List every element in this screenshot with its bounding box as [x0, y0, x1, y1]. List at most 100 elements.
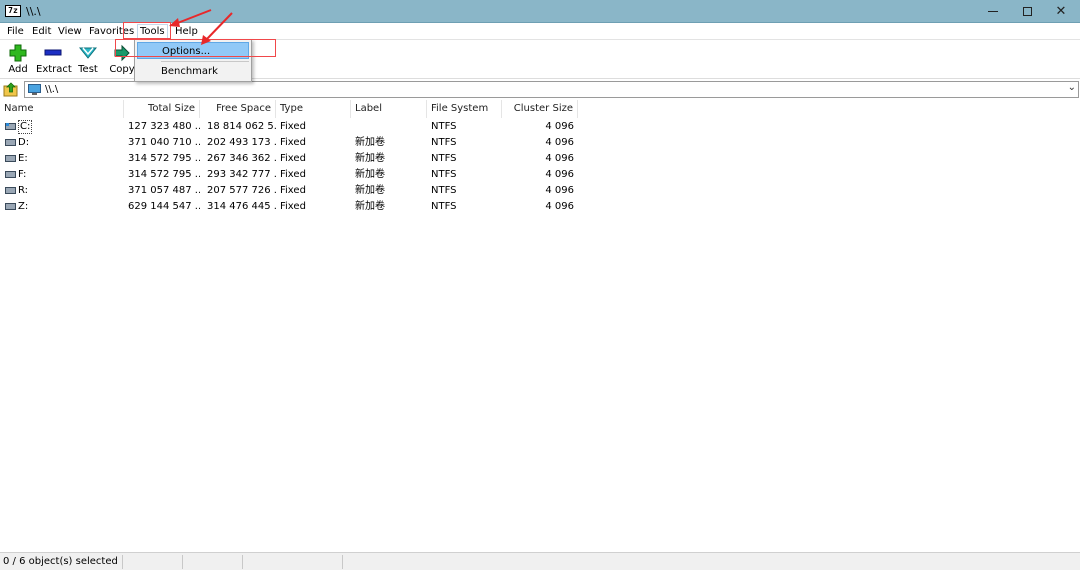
row-label: 新加卷 [355, 201, 385, 212]
row-type: Fixed [280, 137, 306, 148]
row-total-size: 314 572 795 ... [128, 169, 200, 180]
table-row[interactable]: D: 371 040 710 ... 202 493 173 ... Fixed… [0, 135, 600, 151]
row-file-system: NTFS [431, 201, 457, 212]
table-row[interactable]: C: 127 323 480 ... 18 814 062 5... Fixed… [0, 119, 600, 135]
minus-icon [44, 49, 62, 56]
row-total-size: 371 040 710 ... [128, 137, 200, 148]
row-file-system: NTFS [431, 169, 457, 180]
row-free-space: 207 577 726 ... [207, 185, 276, 196]
row-cluster-size: 4 096 [545, 121, 574, 132]
address-bar: \\.\ ⌄ [0, 80, 1080, 99]
row-type: Fixed [280, 121, 306, 132]
menu-edit[interactable]: Edit [31, 25, 52, 38]
row-cluster-size: 4 096 [545, 137, 574, 148]
minimize-icon [988, 11, 998, 12]
drive-icon [5, 187, 16, 194]
drive-icon [5, 139, 16, 146]
menu-view[interactable]: View [57, 25, 83, 38]
row-type: Fixed [280, 201, 306, 212]
column-file-system[interactable]: File System [427, 100, 502, 118]
extract-button[interactable]: Extract [36, 42, 72, 76]
chevron-down-icon[interactable]: ⌄ [1068, 82, 1076, 93]
title-bar: 7z \\.\ ✕ [0, 0, 1080, 23]
test-label: Test [78, 64, 98, 75]
row-total-size: 629 144 547 ... [128, 201, 200, 212]
menu-item-benchmark[interactable]: Benchmark [137, 63, 249, 80]
row-free-space: 18 814 062 5... [207, 121, 276, 132]
row-name: R: [18, 185, 29, 196]
row-label: 新加卷 [355, 153, 385, 164]
annotation-box-options [115, 39, 276, 57]
maximize-button[interactable] [1010, 0, 1044, 23]
row-free-space: 293 342 777 ... [207, 169, 276, 180]
row-file-system: NTFS [431, 185, 457, 196]
row-cluster-size: 4 096 [545, 169, 574, 180]
row-name: F: [18, 169, 27, 180]
close-icon: ✕ [1055, 4, 1067, 19]
drive-icon [5, 155, 16, 162]
status-text: 0 / 6 object(s) selected [3, 556, 118, 567]
row-file-system: NTFS [431, 137, 457, 148]
status-bar: 0 / 6 object(s) selected [0, 552, 1080, 570]
row-cluster-size: 4 096 [545, 153, 574, 164]
address-field[interactable]: \\.\ ⌄ [24, 81, 1079, 98]
menu-separator [161, 61, 249, 62]
test-button[interactable]: Test [74, 42, 102, 76]
status-divider [342, 555, 343, 569]
row-free-space: 314 476 445 ... [207, 201, 276, 212]
copy-label: Copy [109, 64, 135, 75]
table-row[interactable]: R: 371 057 487 ... 207 577 726 ... Fixed… [0, 183, 600, 199]
row-label: 新加卷 [355, 169, 385, 180]
row-type: Fixed [280, 169, 306, 180]
table-row[interactable]: F: 314 572 795 ... 293 342 777 ... Fixed… [0, 167, 600, 183]
close-button[interactable]: ✕ [1044, 0, 1078, 23]
list-header: Name Total Size Free Space Type Label Fi… [0, 100, 1080, 118]
row-cluster-size: 4 096 [545, 201, 574, 212]
extract-label: Extract [36, 64, 72, 75]
add-button[interactable]: Add [4, 42, 32, 76]
drive-icon [5, 203, 16, 210]
column-total-size[interactable]: Total Size [124, 100, 200, 118]
row-name: Z: [18, 201, 29, 212]
column-type[interactable]: Type [276, 100, 351, 118]
table-row[interactable]: Z: 629 144 547 ... 314 476 445 ... Fixed… [0, 199, 600, 215]
row-total-size: 127 323 480 ... [128, 121, 200, 132]
minimize-button[interactable] [976, 0, 1010, 23]
menu-file[interactable]: File [6, 25, 25, 38]
row-total-size: 314 572 795 ... [128, 153, 200, 164]
row-name: C: [18, 120, 33, 134]
column-label[interactable]: Label [351, 100, 427, 118]
drive-icon [5, 123, 16, 130]
address-path: \\.\ [45, 84, 59, 95]
column-cluster-size[interactable]: Cluster Size [502, 100, 578, 118]
plus-icon [9, 44, 27, 62]
row-cluster-size: 4 096 [545, 185, 574, 196]
menu-help[interactable]: Help [174, 25, 199, 38]
column-name[interactable]: Name [0, 100, 124, 118]
row-name: E: [18, 153, 28, 164]
row-free-space: 202 493 173 ... [207, 137, 276, 148]
row-name: D: [18, 137, 30, 148]
row-label: 新加卷 [355, 137, 385, 148]
window-title: \\.\ [26, 5, 41, 18]
add-label: Add [8, 64, 28, 75]
row-file-system: NTFS [431, 121, 457, 132]
row-type: Fixed [280, 153, 306, 164]
row-free-space: 267 346 362 ... [207, 153, 276, 164]
app-icon: 7z [5, 5, 21, 17]
annotation-box-tools [123, 22, 171, 39]
column-free-space[interactable]: Free Space [200, 100, 276, 118]
row-total-size: 371 057 487 ... [128, 185, 200, 196]
row-file-system: NTFS [431, 153, 457, 164]
maximize-icon [1022, 7, 1032, 16]
folder-up-icon[interactable] [3, 82, 19, 97]
row-label [351, 119, 427, 135]
check-icon [79, 47, 97, 59]
drive-icon [5, 171, 16, 178]
status-divider [182, 555, 183, 569]
status-divider [242, 555, 243, 569]
computer-icon [28, 84, 41, 95]
table-row[interactable]: E: 314 572 795 ... 267 346 362 ... Fixed… [0, 151, 600, 167]
status-divider [122, 555, 123, 569]
row-label: 新加卷 [355, 185, 385, 196]
